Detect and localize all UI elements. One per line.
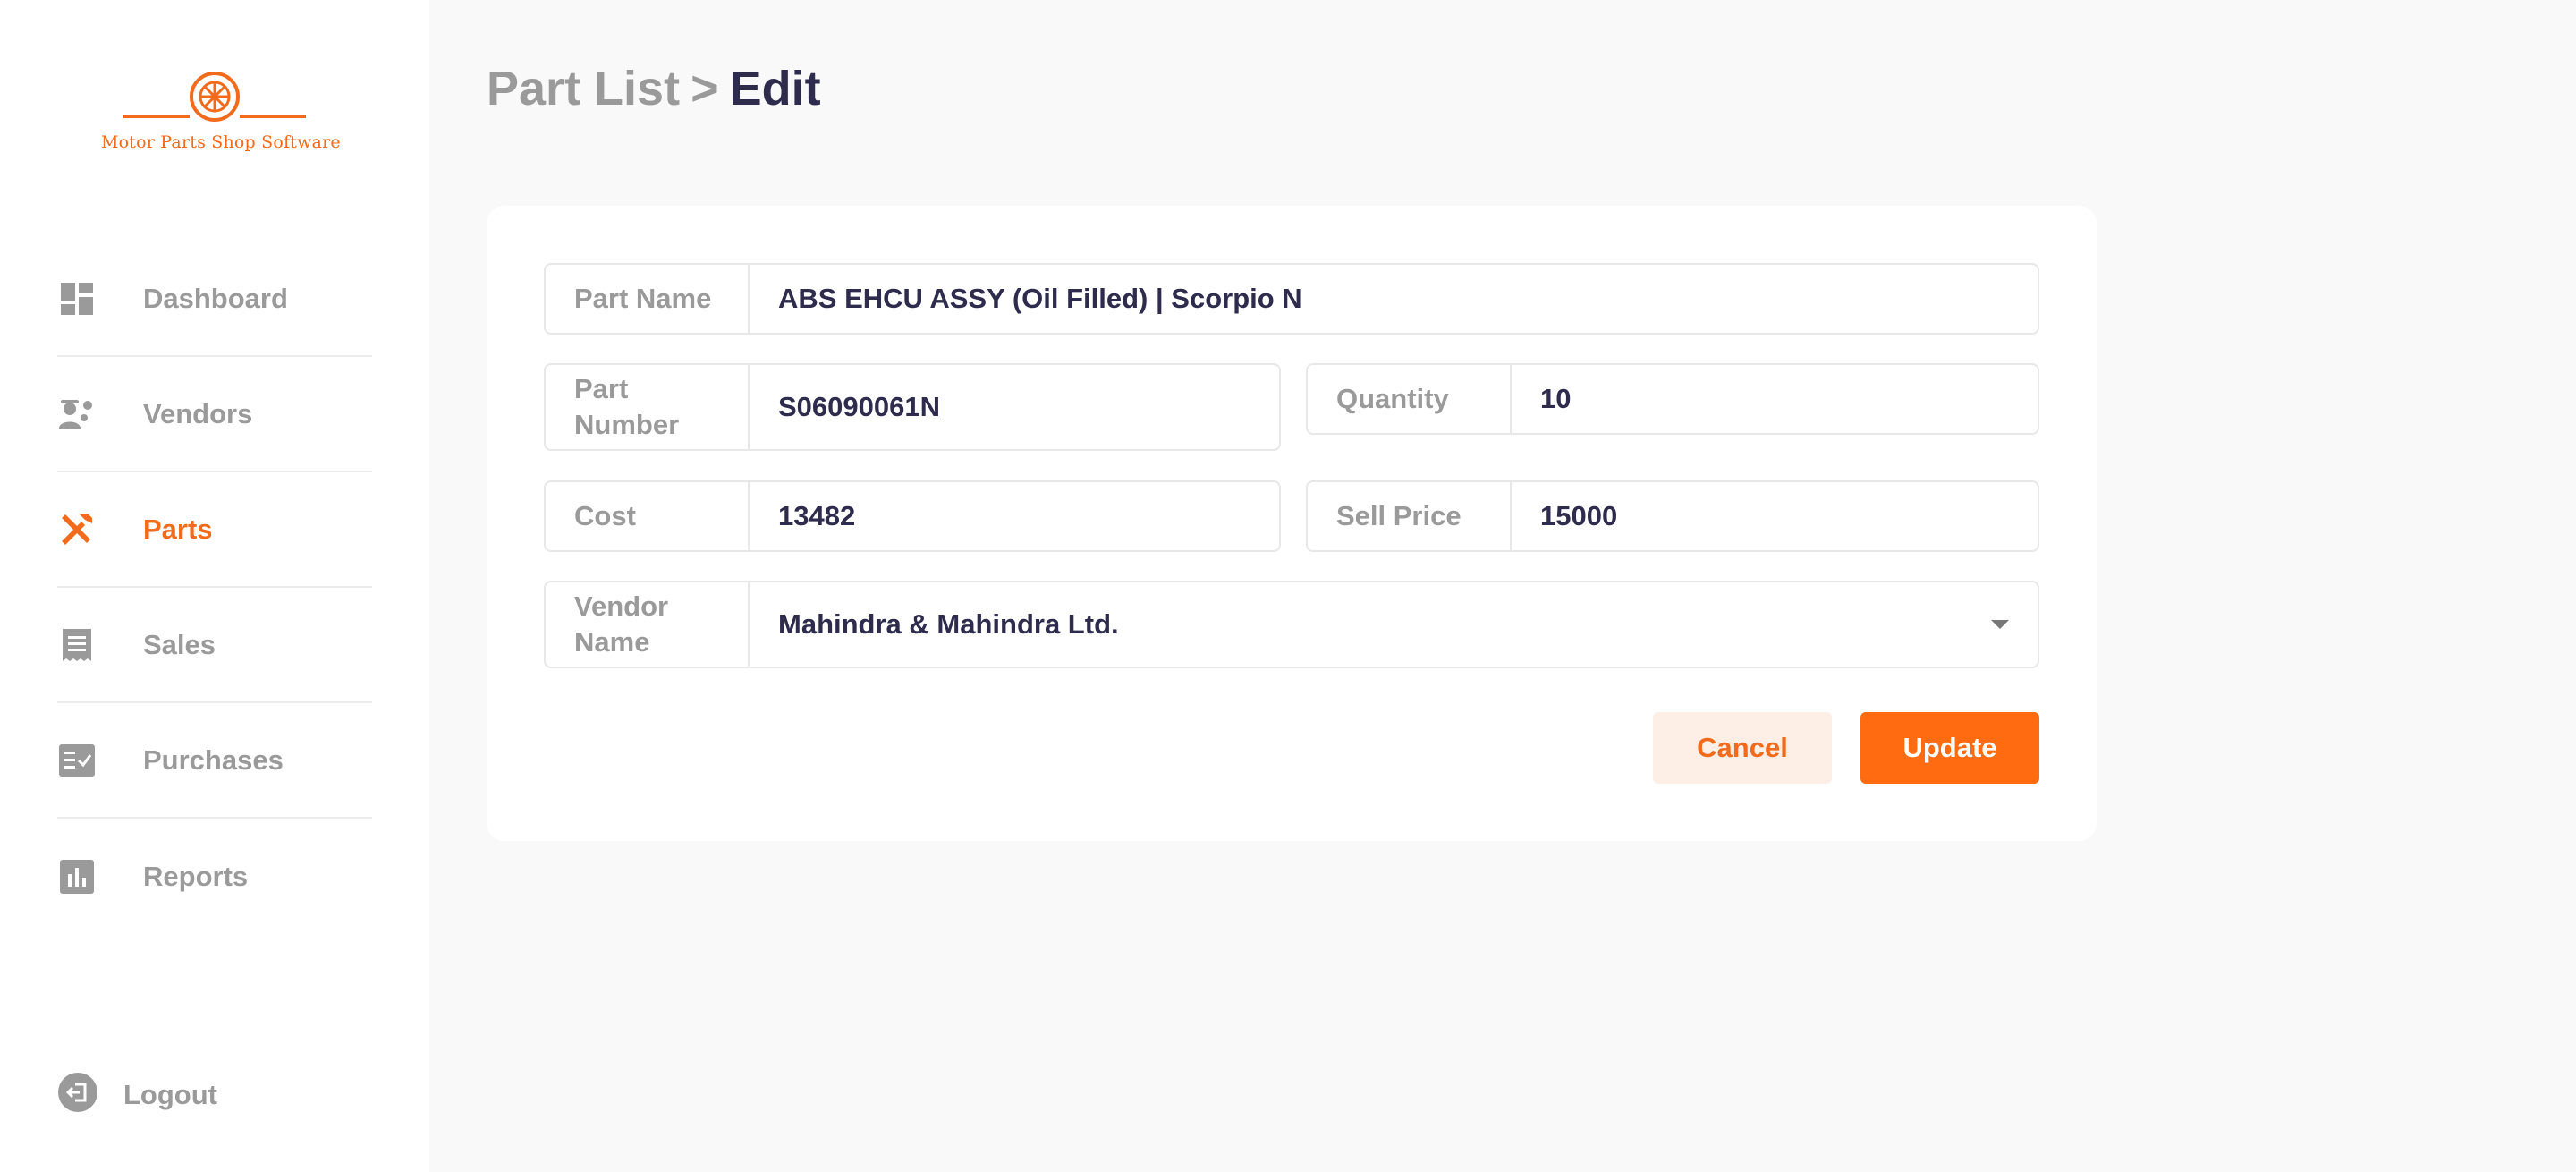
page-title: Edit <box>729 62 821 115</box>
logout-button[interactable]: Logout <box>57 1072 217 1117</box>
sidebar-item-label: Sales <box>143 628 216 660</box>
quantity-input[interactable]: 10 <box>1512 365 2038 433</box>
receipt-icon <box>57 625 97 665</box>
part-number-label: Part Number <box>546 365 750 449</box>
breadcrumb-separator: > <box>691 62 719 115</box>
cost-input[interactable]: 13482 <box>750 482 1279 550</box>
part-number-input[interactable]: S06090061N <box>750 365 1279 449</box>
edit-part-form: Part Name ABS EHCU ASSY (Oil Filled) | S… <box>487 206 2097 841</box>
vendor-name-value: Mahindra & Mahindra Ltd. <box>778 608 1119 640</box>
dashboard-icon <box>57 279 97 318</box>
breadcrumb-part-list-link[interactable]: Part List <box>487 62 680 115</box>
app-logo[interactable]: Motor Parts Shop Software <box>101 70 341 152</box>
update-button[interactable]: Update <box>1860 712 2039 784</box>
cost-label: Cost <box>546 482 750 550</box>
sidebar-item-label: Dashboard <box>143 282 288 314</box>
vendor-name-label: Vendor Name <box>546 582 750 667</box>
sidebar-item-label: Vendors <box>143 397 253 429</box>
reports-icon <box>57 857 97 896</box>
sidebar-nav: Dashboard Vendors Parts Sales Purchases … <box>57 242 372 934</box>
logo-text: Motor Parts Shop Software <box>101 132 341 152</box>
part-name-label: Part Name <box>546 265 750 333</box>
cancel-button[interactable]: Cancel <box>1653 712 1832 784</box>
sidebar-item-vendors[interactable]: Vendors <box>57 357 372 472</box>
quantity-field[interactable]: Quantity 10 <box>1306 363 2039 435</box>
logout-icon <box>57 1072 98 1117</box>
sidebar-item-label: Parts <box>143 513 213 545</box>
quantity-label: Quantity <box>1308 365 1512 433</box>
part-number-field[interactable]: Part Number S06090061N <box>544 363 1281 451</box>
sidebar-item-purchases[interactable]: Purchases <box>57 703 372 819</box>
vendor-name-field[interactable]: Vendor Name Mahindra & Mahindra Ltd. <box>544 581 2039 668</box>
part-name-input[interactable]: ABS EHCU ASSY (Oil Filled) | Scorpio N <box>750 265 2038 333</box>
tools-icon <box>57 510 97 549</box>
logout-label: Logout <box>123 1078 218 1110</box>
sidebar-item-sales[interactable]: Sales <box>57 588 372 703</box>
vendor-name-select[interactable]: Mahindra & Mahindra Ltd. <box>750 582 2038 667</box>
vendors-icon <box>57 395 97 434</box>
sell-price-field[interactable]: Sell Price 15000 <box>1306 480 2039 552</box>
sidebar-item-dashboard[interactable]: Dashboard <box>57 242 372 357</box>
sidebar-item-label: Reports <box>143 860 249 892</box>
sidebar: Motor Parts Shop Software Dashboard Vend… <box>0 0 429 1172</box>
sidebar-item-reports[interactable]: Reports <box>57 819 372 934</box>
sidebar-item-label: Purchases <box>143 743 284 776</box>
part-name-field[interactable]: Part Name ABS EHCU ASSY (Oil Filled) | S… <box>544 263 2039 335</box>
wheel-logo-icon <box>123 72 306 122</box>
breadcrumb: Part List > Edit <box>487 61 821 116</box>
sell-price-input[interactable]: 15000 <box>1512 482 2038 550</box>
purchases-icon <box>57 741 97 780</box>
sidebar-item-parts[interactable]: Parts <box>57 472 372 588</box>
chevron-down-icon[interactable] <box>1991 620 2009 629</box>
sell-price-label: Sell Price <box>1308 482 1512 550</box>
cost-field[interactable]: Cost 13482 <box>544 480 1281 552</box>
